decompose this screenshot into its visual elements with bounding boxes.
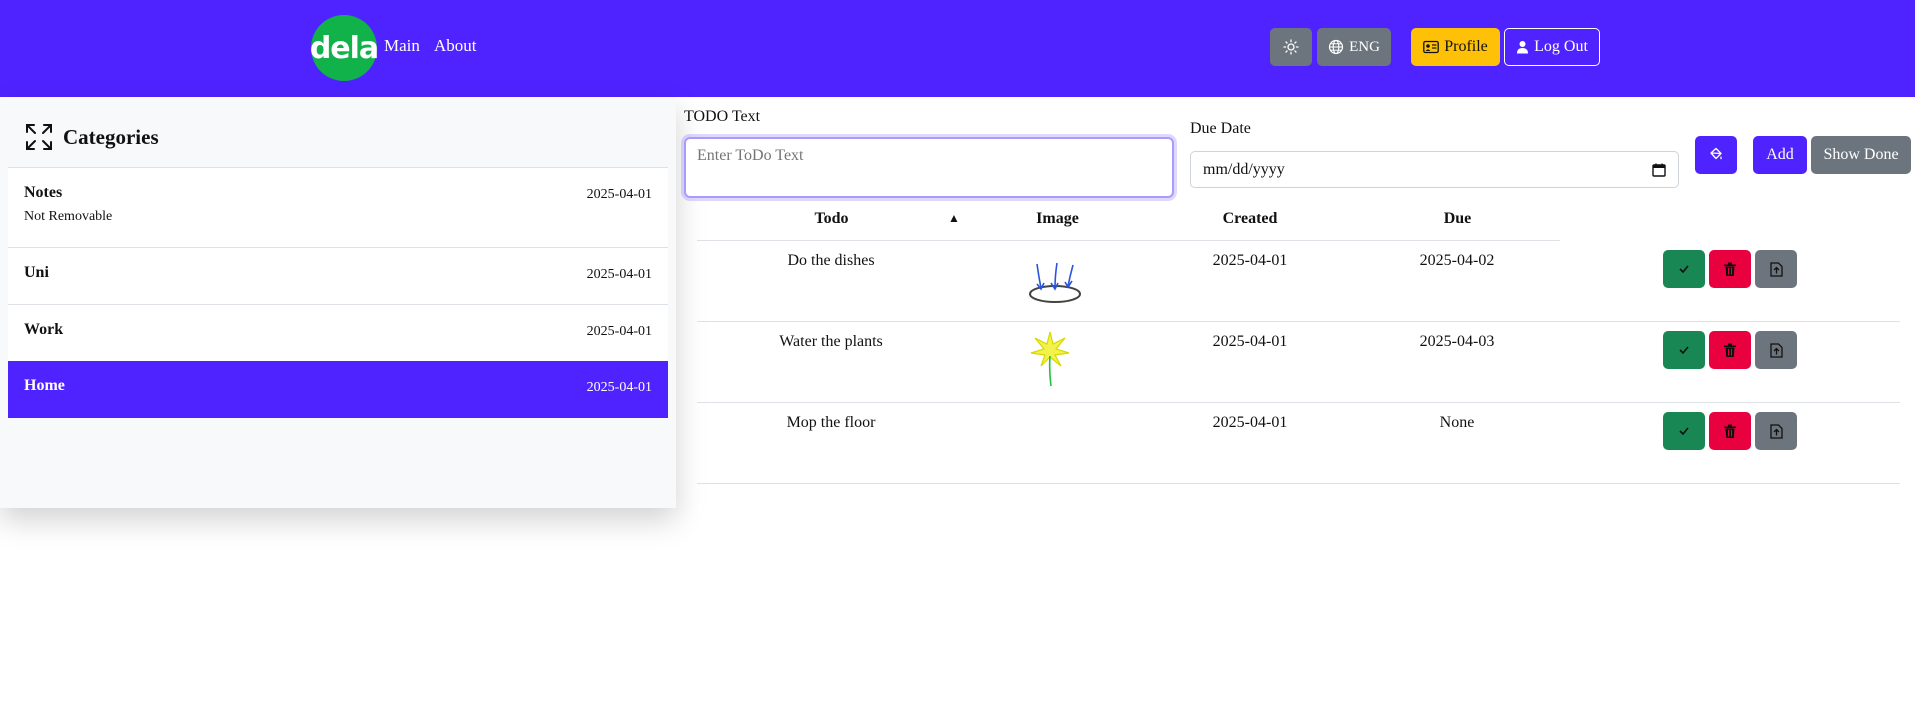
person-icon <box>1517 41 1529 54</box>
trash-icon <box>1724 262 1736 276</box>
delete-button[interactable] <box>1709 331 1751 369</box>
check-icon <box>1679 346 1689 354</box>
column-header-created: Created <box>1222 210 1278 227</box>
table-header-divider <box>697 240 1560 241</box>
profile-label: Profile <box>1444 38 1488 55</box>
delete-button[interactable] <box>1709 250 1751 288</box>
category-date: 2025-04-01 <box>586 267 652 282</box>
created-date-cell: 2025-04-01 <box>1212 333 1288 350</box>
category-item-work[interactable]: Work 2025-04-01 <box>8 304 668 361</box>
column-header-due: Due <box>1443 210 1472 227</box>
calendar-icon[interactable] <box>1652 163 1666 177</box>
category-name: Notes <box>24 184 63 201</box>
created-date-cell: 2025-04-01 <box>1212 252 1288 269</box>
dishes-sketch-image <box>1029 262 1081 303</box>
nav-link-about[interactable]: About <box>434 36 477 56</box>
category-date: 2025-04-01 <box>586 380 652 395</box>
mark-done-button[interactable] <box>1663 412 1705 450</box>
theme-toggle-button[interactable] <box>1270 28 1312 66</box>
column-header-image: Image <box>1036 210 1079 227</box>
due-date-cell: 2025-04-03 <box>1419 333 1495 350</box>
language-button[interactable]: ENG <box>1317 28 1391 66</box>
nav-link-main[interactable]: Main <box>384 36 420 56</box>
category-date: 2025-04-01 <box>586 187 652 202</box>
todo-text-cell: Mop the floor <box>786 414 876 431</box>
due-date-input[interactable]: mm/dd/yyyy <box>1190 151 1679 188</box>
todo-text-label: TODO Text <box>684 108 761 125</box>
column-header-todo[interactable]: Todo <box>754 210 909 228</box>
todo-text-input[interactable] <box>684 137 1174 198</box>
sidebar-header: Categories <box>25 123 159 151</box>
id-card-icon <box>1423 40 1440 54</box>
delete-button[interactable] <box>1709 412 1751 450</box>
categories-sidebar: Categories Notes Not Removable 2025-04-0… <box>0 97 676 508</box>
check-icon <box>1679 265 1689 273</box>
profile-button[interactable]: Profile <box>1411 28 1500 66</box>
category-item-home[interactable]: Home 2025-04-01 <box>8 361 668 418</box>
expand-arrows-icon[interactable] <box>25 123 53 151</box>
mark-done-button[interactable] <box>1663 250 1705 288</box>
todo-text-cell: Do the dishes <box>787 252 875 269</box>
sun-icon <box>1283 39 1299 55</box>
add-button[interactable]: Add <box>1753 136 1807 174</box>
upload-image-button[interactable] <box>1755 250 1797 288</box>
category-name: Work <box>24 321 64 338</box>
logout-label: Log Out <box>1534 38 1588 55</box>
show-done-button[interactable]: Show Done <box>1811 136 1911 174</box>
check-icon <box>1679 427 1689 435</box>
logout-button[interactable]: Log Out <box>1504 28 1600 66</box>
category-name: Uni <box>24 264 49 281</box>
upload-icon <box>1769 261 1783 277</box>
mark-done-button[interactable] <box>1663 331 1705 369</box>
due-date-placeholder: mm/dd/yyyy <box>1203 160 1285 178</box>
upload-icon <box>1769 423 1783 439</box>
due-date-label: Due Date <box>1190 120 1251 137</box>
navbar: dela Main About ENG Profile Log Out <box>0 0 1915 97</box>
logo[interactable]: dela <box>310 15 379 81</box>
sort-indicator[interactable]: ▲ <box>948 211 960 226</box>
paint-button[interactable] <box>1695 136 1737 174</box>
due-date-cell: 2025-04-02 <box>1419 252 1495 269</box>
upload-image-button[interactable] <box>1755 412 1797 450</box>
flower-sketch-image <box>1030 331 1070 387</box>
category-item-uni[interactable]: Uni 2025-04-01 <box>8 247 668 304</box>
trash-icon <box>1724 343 1736 357</box>
category-item-notes[interactable]: Notes Not Removable 2025-04-01 <box>8 167 668 247</box>
row-divider <box>697 321 1900 322</box>
paint-bucket-icon <box>1710 147 1722 160</box>
category-list: Notes Not Removable 2025-04-01 Uni 2025-… <box>8 167 668 418</box>
globe-icon <box>1328 39 1344 55</box>
row-divider <box>697 402 1900 403</box>
category-name: Home <box>24 377 65 394</box>
todo-text-cell: Water the plants <box>779 333 883 350</box>
upload-image-button[interactable] <box>1755 331 1797 369</box>
due-date-cell: None <box>1439 414 1475 431</box>
upload-icon <box>1769 342 1783 358</box>
row-divider <box>697 483 1900 484</box>
category-date: 2025-04-01 <box>586 324 652 339</box>
created-date-cell: 2025-04-01 <box>1212 414 1288 431</box>
category-subtitle: Not Removable <box>24 209 113 224</box>
sidebar-title: Categories <box>63 124 159 149</box>
language-label: ENG <box>1349 38 1380 55</box>
trash-icon <box>1724 424 1736 438</box>
